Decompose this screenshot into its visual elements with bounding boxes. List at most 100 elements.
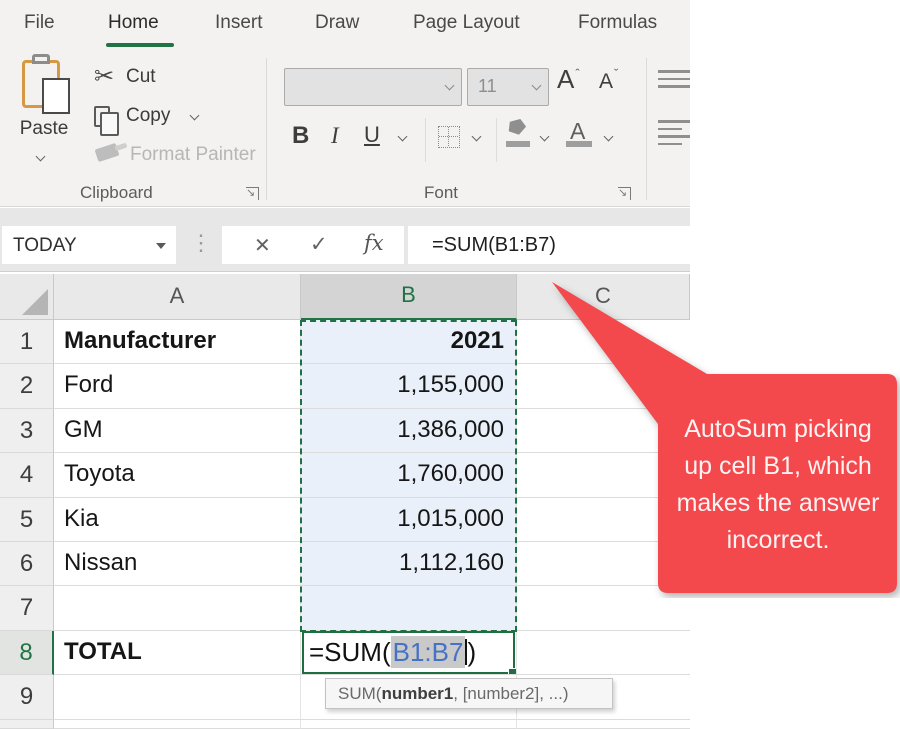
font-group-divider bbox=[425, 118, 426, 162]
borders-dropdown-chevron-icon[interactable] bbox=[472, 133, 482, 143]
bold-button[interactable]: B bbox=[292, 122, 309, 150]
tab-home[interactable]: Home bbox=[108, 12, 159, 34]
cell-c2[interactable] bbox=[517, 364, 690, 408]
cell-b6[interactable]: 1,112,160 bbox=[301, 542, 517, 586]
italic-button[interactable]: I bbox=[331, 123, 339, 149]
name-box-dropdown-icon[interactable] bbox=[156, 243, 166, 249]
underline-button[interactable]: U bbox=[364, 122, 380, 148]
row-header-1[interactable]: 1 bbox=[0, 320, 54, 364]
table-row: 4 Toyota 1,760,000 bbox=[0, 453, 690, 497]
cell-a4[interactable]: Toyota bbox=[54, 453, 301, 497]
paintbrush-icon bbox=[95, 143, 120, 162]
cell-c3[interactable] bbox=[517, 409, 690, 453]
paste-dropdown-chevron-icon[interactable] bbox=[36, 153, 46, 163]
cell-a6[interactable]: Nissan bbox=[54, 542, 301, 586]
formula-input-value: =SUM(B1:B7) bbox=[432, 234, 556, 257]
tab-insert[interactable]: Insert bbox=[215, 12, 263, 34]
cell-a9[interactable] bbox=[54, 675, 301, 719]
cell-b5[interactable]: 1,015,000 bbox=[301, 498, 517, 542]
cell-a10[interactable] bbox=[54, 720, 301, 729]
cell-a7[interactable] bbox=[54, 586, 301, 630]
font-dialog-launcher-icon[interactable]: ↘ bbox=[618, 187, 631, 200]
formula-input[interactable]: =SUM(B1:B7) bbox=[408, 226, 690, 264]
fill-color-bucket-icon[interactable] bbox=[506, 118, 527, 137]
font-group-label: Font bbox=[424, 183, 458, 203]
cell-b1[interactable]: 2021 bbox=[301, 320, 517, 364]
name-box[interactable]: TODAY bbox=[2, 226, 176, 264]
cell-c6[interactable] bbox=[517, 542, 690, 586]
formula-bar-grip-icon: ⋮ bbox=[190, 230, 212, 256]
cell-b2[interactable]: 1,155,000 bbox=[301, 364, 517, 408]
underline-dropdown-chevron-icon[interactable] bbox=[398, 133, 408, 143]
tab-formulas[interactable]: Formulas bbox=[578, 12, 657, 34]
cell-b8-formula[interactable]: =SUM(B1:B7) bbox=[301, 631, 517, 675]
active-tab-underline bbox=[106, 43, 174, 47]
align-top-icon[interactable] bbox=[658, 70, 690, 93]
screentip-post: , [number2], ...) bbox=[453, 684, 568, 703]
font-size-combobox[interactable]: 11 bbox=[467, 68, 549, 106]
cell-a3[interactable]: GM bbox=[54, 409, 301, 453]
cell-c4[interactable] bbox=[517, 453, 690, 497]
fill-handle[interactable] bbox=[508, 668, 517, 675]
tab-draw[interactable]: Draw bbox=[315, 12, 359, 34]
row-header-8[interactable]: 8 bbox=[0, 631, 54, 675]
align-left-icon[interactable] bbox=[658, 120, 690, 150]
row-header-10[interactable] bbox=[0, 720, 54, 729]
copy-dropdown-chevron-icon[interactable] bbox=[190, 112, 200, 122]
clipboard-dialog-launcher-icon[interactable]: ↘ bbox=[246, 187, 259, 200]
row-header-9[interactable]: 9 bbox=[0, 675, 54, 719]
cell-b4[interactable]: 1,760,000 bbox=[301, 453, 517, 497]
column-header-a[interactable]: A bbox=[54, 274, 301, 320]
cell-a1[interactable]: Manufacturer bbox=[54, 320, 301, 364]
fill-color-chevron-icon[interactable] bbox=[540, 133, 550, 143]
cell-b10[interactable] bbox=[301, 720, 517, 729]
cell-c7[interactable] bbox=[517, 586, 690, 630]
row-header-7[interactable]: 7 bbox=[0, 586, 54, 630]
column-header-b[interactable]: B bbox=[301, 274, 517, 320]
row-header-3[interactable]: 3 bbox=[0, 409, 54, 453]
ribbon-divider-2 bbox=[646, 58, 647, 200]
insert-function-icon[interactable]: fx bbox=[364, 231, 384, 255]
formula-range: B1:B7 bbox=[391, 636, 466, 668]
cancel-icon[interactable]: ✕ bbox=[254, 233, 271, 258]
tab-file[interactable]: File bbox=[24, 12, 55, 34]
cell-b3[interactable]: 1,386,000 bbox=[301, 409, 517, 453]
table-row: 2 Ford 1,155,000 bbox=[0, 364, 690, 408]
cell-a2[interactable]: Ford bbox=[54, 364, 301, 408]
cell-a5[interactable]: Kia bbox=[54, 498, 301, 542]
font-size-chevron-icon bbox=[532, 82, 542, 92]
row-header-6[interactable]: 6 bbox=[0, 542, 54, 586]
clipboard-group-label: Clipboard bbox=[80, 183, 153, 203]
cell-c1[interactable] bbox=[517, 320, 690, 364]
paste-label: Paste bbox=[14, 118, 74, 140]
formula-bar: TODAY ⋮ ✕ ✓ fx =SUM(B1:B7) bbox=[0, 208, 690, 272]
font-color-chevron-icon[interactable] bbox=[604, 133, 614, 143]
formula-prefix: =SUM( bbox=[309, 637, 391, 667]
font-group-divider-2 bbox=[496, 118, 497, 162]
tab-page-layout[interactable]: Page Layout bbox=[413, 12, 520, 34]
cell-c5[interactable] bbox=[517, 498, 690, 542]
row-header-5[interactable]: 5 bbox=[0, 498, 54, 542]
callout-line-1: AutoSum picking bbox=[660, 411, 896, 448]
increase-font-size-icon[interactable]: Aˆ bbox=[557, 64, 579, 95]
row-header-4[interactable]: 4 bbox=[0, 453, 54, 497]
cell-b7[interactable] bbox=[301, 586, 517, 630]
decrease-font-size-icon[interactable]: Aˇ bbox=[599, 70, 617, 94]
callout-text: AutoSum picking up cell B1, which makes … bbox=[660, 411, 896, 559]
font-name-combobox[interactable] bbox=[284, 68, 462, 106]
table-row: 5 Kia 1,015,000 bbox=[0, 498, 690, 542]
table-row: 8 TOTAL =SUM(B1:B7) bbox=[0, 631, 690, 675]
select-all-corner[interactable] bbox=[0, 274, 54, 320]
borders-icon[interactable] bbox=[438, 126, 460, 148]
screentip-arg1: number1 bbox=[381, 684, 453, 703]
callout-line-3: makes the answer bbox=[660, 485, 896, 522]
table-row: 7 bbox=[0, 586, 690, 630]
row-header-2[interactable]: 2 bbox=[0, 364, 54, 408]
font-color-bar bbox=[566, 141, 592, 147]
ribbon: File Home Insert Draw Page Layout Formul… bbox=[0, 0, 690, 207]
cell-c8[interactable] bbox=[517, 631, 690, 675]
cell-a8[interactable]: TOTAL bbox=[54, 631, 301, 675]
cell-c10[interactable] bbox=[517, 720, 690, 729]
enter-icon[interactable]: ✓ bbox=[310, 232, 328, 257]
column-header-c[interactable]: C bbox=[517, 274, 690, 320]
